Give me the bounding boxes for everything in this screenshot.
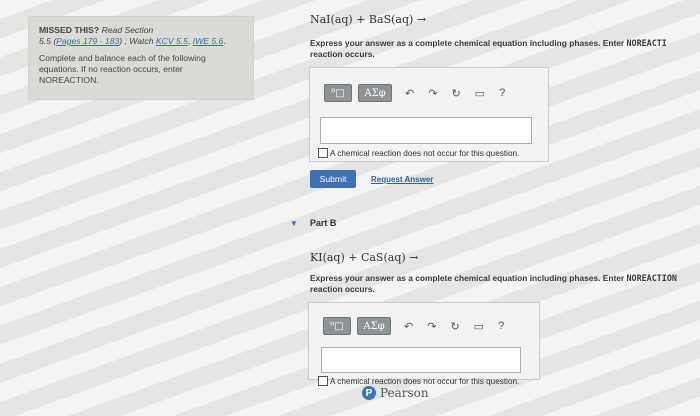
part-a-instructions: Express your answer as a complete chemic…	[310, 38, 667, 59]
request-answer-link[interactable]: Request Answer	[371, 175, 433, 184]
reset-icon[interactable]: ↻	[451, 87, 460, 100]
read-section-label: Read Section	[101, 25, 154, 35]
part-b-no-reaction-option[interactable]: A chemical reaction does not occur for t…	[318, 376, 519, 386]
hint-instructions: Complete and balance each of the followi…	[39, 53, 206, 85]
part-b-instruction-end: reaction occurs.	[310, 283, 375, 294]
no-reaction-label: A chemical reaction does not occur for t…	[330, 148, 520, 158]
redo-icon[interactable]: ↷	[427, 320, 436, 333]
greek-symbols-button[interactable]: ΑΣφ	[357, 317, 391, 335]
hint-panel: MISSED THIS? Read Section 5.5 (Pages 179…	[28, 16, 254, 100]
part-b-header[interactable]: ▼ Part B	[290, 218, 336, 228]
part-a-keyword: NOREACTI	[626, 38, 667, 48]
keyboard-icon[interactable]: ▭	[475, 87, 485, 100]
part-b-toolbar: ⁰□ ΑΣφ ↶ ↷ ↻ ▭ ?	[323, 317, 511, 335]
part-a-equation: NaI(aq) + BaS(aq) →	[310, 13, 426, 26]
greek-symbols-button[interactable]: ΑΣφ	[358, 84, 392, 102]
undo-icon[interactable]: ↶	[405, 87, 414, 100]
pearson-p-icon: P	[362, 386, 376, 400]
part-b-instruction-text: Express your answer as a complete chemic…	[310, 273, 625, 283]
part-a-instruction-end: reaction occurs.	[310, 48, 375, 59]
section-prefix: 5.5 (	[39, 36, 57, 46]
help-icon[interactable]: ?	[499, 87, 505, 99]
submit-button[interactable]: Submit	[310, 170, 356, 188]
part-a-toolbar: ⁰□ ΑΣφ ↶ ↷ ↻ ▭ ?	[324, 84, 512, 102]
watch-separator: ) ; Watch	[119, 36, 154, 46]
pearson-brand-text: Pearson	[380, 386, 429, 400]
part-b-instructions: Express your answer as a complete chemic…	[310, 273, 677, 294]
pearson-logo: P Pearson	[362, 386, 429, 400]
redo-icon[interactable]: ↷	[428, 87, 437, 100]
part-a-answer-input[interactable]	[320, 117, 532, 144]
part-b-answer-input[interactable]	[321, 347, 521, 373]
collapse-caret-icon[interactable]: ▼	[290, 219, 298, 228]
keyboard-icon[interactable]: ▭	[474, 320, 484, 333]
undo-icon[interactable]: ↶	[404, 320, 413, 333]
part-b-title: Part B	[309, 218, 337, 228]
help-icon[interactable]: ?	[498, 320, 504, 332]
no-reaction-label: A chemical reaction does not occur for t…	[330, 376, 520, 386]
part-b-answer-editor: ⁰□ ΑΣφ ↶ ↷ ↻ ▭ ?	[308, 302, 540, 380]
reset-icon[interactable]: ↻	[450, 320, 459, 333]
part-b-equation: KI(aq) + CaS(aq) →	[310, 251, 419, 264]
no-reaction-checkbox[interactable]	[318, 148, 328, 158]
kcv-link[interactable]: KCV 5.5	[156, 36, 188, 46]
part-a-instruction-text: Express your answer as a complete chemic…	[310, 38, 625, 48]
part-a-no-reaction-option[interactable]: A chemical reaction does not occur for t…	[318, 148, 519, 158]
templates-button[interactable]: ⁰□	[324, 84, 352, 102]
part-b-keyword: NOREACTION	[626, 273, 677, 283]
hint-reading-line: MISSED THIS? Read Section 5.5 (Pages 179…	[39, 25, 226, 46]
no-reaction-checkbox[interactable]	[318, 376, 328, 386]
iwe-link[interactable]: IWE 5.6	[193, 36, 224, 46]
pages-link[interactable]: Pages 179 - 183	[56, 36, 119, 46]
templates-button[interactable]: ⁰□	[323, 317, 351, 335]
missed-this-label: MISSED THIS?	[39, 25, 100, 35]
